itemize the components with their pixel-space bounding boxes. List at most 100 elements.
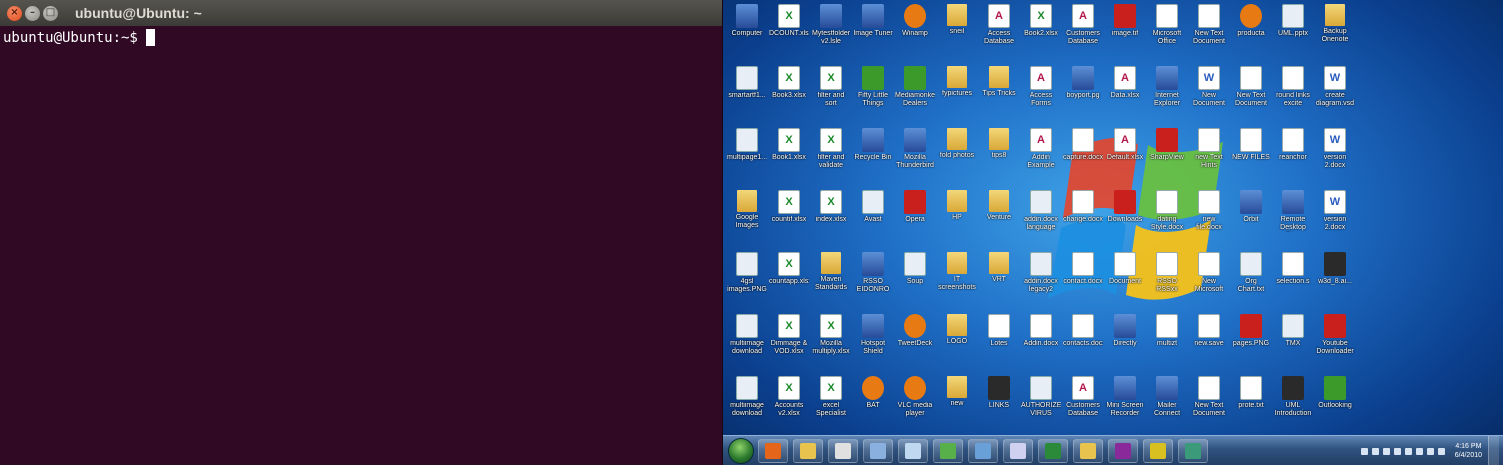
desktop-icon[interactable]: addin.docx language [1021,190,1061,232]
network-icon[interactable] [1426,447,1434,455]
desktop-icon[interactable]: w3d_8.ai... [1315,252,1355,286]
desktop-icon[interactable]: W New Document [1189,66,1229,108]
desktop-icon[interactable]: Remote Desktop Co... [1273,190,1313,232]
desktop-icon[interactable]: Venture [979,190,1019,222]
desktop-icon[interactable]: Youtube Downloader [1315,314,1355,356]
desktop-icon[interactable]: tips8 [979,128,1019,160]
desktop-icon[interactable]: smartartf1... [727,66,767,100]
desktop-icon[interactable]: addin.docx legacy2 [1021,252,1061,294]
desktop-icon[interactable]: Xfilter and sort [811,66,851,108]
desktop-icon[interactable]: Backup Onenote [1315,4,1355,44]
desktop-icon[interactable]: dating Style.docx [1147,190,1187,232]
clock[interactable]: 4:16 PM 6/4/2010 [1455,442,1482,460]
taskbar-firefox-button[interactable] [758,438,788,463]
taskbar-diagram-button[interactable] [1003,438,1033,463]
desktop-icon[interactable]: X Book2.xlsx [1021,4,1061,38]
desktop-icon[interactable]: round links excite [1273,66,1313,108]
tray-icon[interactable] [1371,447,1379,455]
tray-icon[interactable] [1415,447,1423,455]
desktop-icon[interactable]: New Text Document [1189,376,1229,418]
desktop-icon[interactable]: Tips Tricks [979,66,1019,98]
taskbar-snipping-button[interactable] [898,438,928,463]
desktop-icon[interactable]: Soup [895,252,935,286]
taskbar-explorer-button[interactable] [793,438,823,463]
system-tray[interactable]: 4:16 PM 6/4/2010 [1360,436,1499,465]
taskbar-folder-button[interactable] [1073,438,1103,463]
taskbar-python-button[interactable] [1143,438,1173,463]
desktop-icon[interactable]: multizt [1147,314,1187,348]
desktop-icon[interactable]: A Default.xlsx [1105,128,1145,162]
desktop-icon[interactable]: Opera [895,190,935,224]
terminal-body[interactable]: ubuntu@Ubuntu:~$ [0,26,722,49]
desktop-icon[interactable]: Google Images [727,190,767,230]
desktop-icon[interactable]: Xcountif.xlsx [769,190,809,224]
desktop-icon[interactable]: TweetDeck [895,314,935,348]
desktop-icon[interactable]: reanchor [1273,128,1313,162]
desktop-icon[interactable]: X Book1.xlsx [769,128,809,162]
desktop-icon[interactable]: prote.txt [1231,376,1271,410]
desktop-icon[interactable]: X DCOUNT.xlsx [769,4,809,38]
desktop-icon[interactable]: LINKS [979,376,1019,410]
desktop-icon[interactable]: contact.docx [1063,252,1103,286]
desktop-icon[interactable]: X Mozilla multiply.xlsx [811,314,851,356]
desktop-icon[interactable]: Wversion 2.docx [1315,128,1355,170]
minimize-icon[interactable]: – [25,5,40,21]
desktop-icon[interactable]: BAT [853,376,893,410]
desktop-icon[interactable]: Maven Standards [811,252,851,292]
desktop-icon[interactable]: A Addin Example [1021,128,1061,170]
desktop-icon[interactable]: Xfilter and validate [811,128,851,170]
desktop-icon[interactable]: VRT [979,252,1019,284]
tray-icon[interactable] [1393,447,1401,455]
desktop-icon[interactable]: X Book3.xlsx [769,66,809,100]
desktop-icon[interactable]: VLC media player [895,376,935,418]
desktop-icon[interactable]: fold photos [937,128,977,160]
desktop-icon[interactable]: multiimage download [727,314,767,356]
desktop-icon[interactable]: Recycle Bin [853,128,893,162]
maximize-icon[interactable]: □ [43,5,58,21]
desktop-icon[interactable]: Mytestfolder v2.lsle [811,4,851,46]
desktop-icon[interactable]: Microsoft Office [1147,4,1187,46]
desktop-icon[interactable]: multiimage download [727,376,767,418]
taskbar-messenger-button[interactable] [933,438,963,463]
desktop-icon[interactable]: Hotspot Shield [853,314,893,356]
desktop-icon[interactable]: Image Tuner [853,4,893,38]
desktop-icon[interactable]: LOGO [937,314,977,346]
desktop-icon[interactable]: Mailer Connect [1147,376,1187,418]
desktop-icon[interactable]: selection.s [1273,252,1313,286]
desktop-icon[interactable]: image.tif [1105,4,1145,38]
desktop-icon[interactable]: X Accounts v2.xlsx [769,376,809,418]
desktop-icon[interactable]: multipage1... [727,128,767,162]
desktop-icon[interactable]: Mini Screen Recorder [1105,376,1145,418]
taskbar-chrome-button[interactable] [828,438,858,463]
desktop-icon[interactable]: RSSO EIDONRO [853,252,893,294]
taskbar-excel-button[interactable] [1038,438,1068,463]
desktop-icon[interactable]: Xcountapp.xlsx [769,252,809,286]
desktop-icon[interactable]: Fifty Little Things [853,66,893,108]
desktop-icon[interactable]: A Access Forms [1021,66,1061,108]
desktop-icon[interactable]: X Dimmage & VOD.xlsx [769,314,809,356]
desktop-icon[interactable]: new.save [1189,314,1229,348]
terminal-window[interactable]: × – □ ubuntu@Ubuntu: ~ ubuntu@Ubuntu:~$ [0,0,723,465]
desktop-icon[interactable]: Lotes [979,314,1019,348]
desktop-icon[interactable]: Outlooking [1315,376,1355,410]
desktop-icon[interactable]: Internet Explorer [1147,66,1187,108]
desktop-icon[interactable]: contacts.docx [1063,314,1103,348]
desktop-icon[interactable]: capture.docx [1063,128,1103,162]
desktop-icon[interactable]: HP [937,190,977,222]
desktop-icon[interactable]: New Microsoft [1189,252,1229,294]
desktop-icon[interactable]: SharpView [1147,128,1187,162]
desktop-icon[interactable]: New Text Document [1231,66,1271,108]
desktop-icon[interactable]: A Data.xlsx [1105,66,1145,100]
desktop-icon[interactable]: UML Introduction [1273,376,1313,418]
start-button[interactable] [728,437,754,464]
desktop-icon[interactable]: producta [1231,4,1271,38]
taskbar-onenote-button[interactable] [1108,438,1138,463]
desktop-icon[interactable]: sneil [937,4,977,36]
desktop-icon[interactable]: NEW FILES [1231,128,1271,162]
desktop-icon[interactable]: A Customers Database [1063,4,1103,46]
desktop-icon[interactable]: Xindex.xlsx [811,190,851,224]
desktop-icon[interactable]: Winamp [895,4,935,38]
desktop-icon[interactable]: RSSO RSSxx [1147,252,1187,294]
desktop-icon[interactable]: Mozilla Thunderbird [895,128,935,170]
desktop-icon[interactable]: IT screenshots [937,252,977,292]
